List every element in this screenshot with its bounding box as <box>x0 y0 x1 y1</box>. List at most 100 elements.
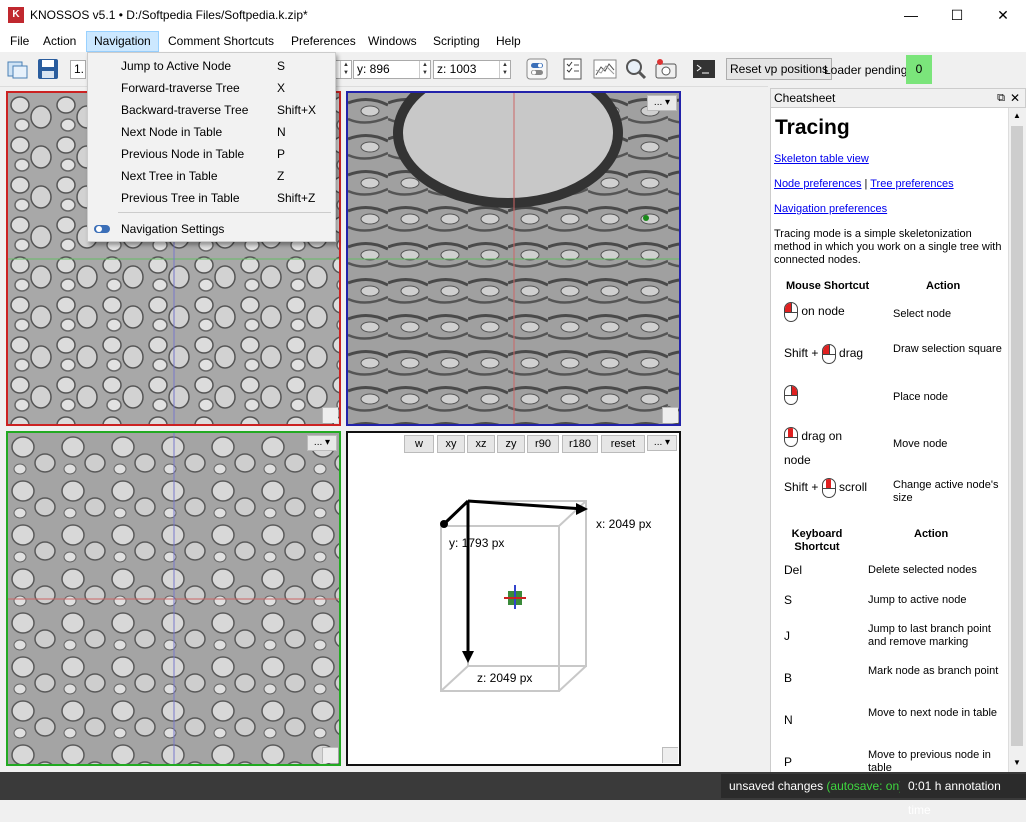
menu-item-label: Forward-traverse Tree <box>121 81 240 95</box>
menu-scripting[interactable]: Scripting <box>426 31 487 52</box>
float-panel-icon[interactable]: ⧉ <box>997 89 1005 107</box>
scroll-down-arrow-icon[interactable]: ▼ <box>1009 755 1025 771</box>
viewport-menu-button[interactable]: ... ▾ <box>307 435 337 451</box>
spinner-arrows-icon[interactable]: ▲ ▼ <box>340 61 351 78</box>
menu-item-navigation-settings[interactable]: Navigation Settings <box>88 218 335 240</box>
close-panel-icon[interactable]: ✕ <box>1010 89 1020 107</box>
3d-rotate-180-button[interactable]: r180 <box>562 435 598 453</box>
cheatsheet-content: Tracing Skeleton table view Node prefere… <box>770 108 1008 772</box>
3d-rotate-90-button[interactable]: r90 <box>527 435 559 453</box>
terminal-icon[interactable] <box>691 57 717 81</box>
z-coord-field[interactable]: z: 1003 ▲ ▼ <box>433 60 511 79</box>
em-texture <box>348 93 679 424</box>
menu-item-label: Next Tree in Table <box>121 169 218 183</box>
window-title: KNOSSOS v5.1 • D:/Softpedia Files/Softpe… <box>30 8 308 22</box>
keyboard-shortcut-header: Keyboard Shortcut <box>791 528 843 553</box>
menu-action[interactable]: Action <box>36 31 83 52</box>
resize-grip-icon[interactable] <box>322 747 338 763</box>
mouse-action: Change active node's size <box>893 479 999 504</box>
maximize-button[interactable]: ☐ <box>934 0 980 31</box>
keyboard-key: N <box>784 713 793 727</box>
viewport-menu-button[interactable]: ... ▾ <box>647 435 677 451</box>
3d-z-label: z: 2049 px <box>477 671 533 685</box>
viewport-menu-button[interactable]: ... ▾ <box>647 95 677 111</box>
x-coord-spinner[interactable]: ▲ ▼ <box>335 60 352 79</box>
mouse-left-click-icon <box>821 344 836 364</box>
mouse-shortcut-text: scroll <box>839 480 868 495</box>
menu-item-backward-traverse[interactable]: Backward-traverse Tree Shift+X <box>88 99 335 121</box>
menu-item-previous-tree[interactable]: Previous Tree in Table Shift+Z <box>88 187 335 209</box>
viewport-zy[interactable]: ... ▾ <box>6 431 341 766</box>
navigation-preferences-link[interactable]: Navigation preferences <box>774 203 887 215</box>
3d-view-w-button[interactable]: w <box>404 435 434 453</box>
zoom-field[interactable]: 1. <box>70 60 86 79</box>
toggle-switch-icon <box>94 225 110 233</box>
menu-item-jump-active-node[interactable]: Jump to Active Node S <box>88 55 335 77</box>
cheatsheet-title: Cheatsheet <box>774 91 836 105</box>
loader-pending-value: 0 <box>906 55 932 84</box>
menu-file[interactable]: File <box>3 31 36 52</box>
cheatsheet-scrollbar[interactable]: ▲ ▼ <box>1008 108 1025 772</box>
close-button[interactable]: ✕ <box>980 0 1026 31</box>
menu-item-next-tree[interactable]: Next Tree in Table Z <box>88 165 335 187</box>
tracing-description: Tracing mode is a simple skeletonization… <box>774 228 1002 266</box>
menu-item-next-node[interactable]: Next Node in Table N <box>88 121 335 143</box>
resize-grip-icon[interactable] <box>662 747 678 763</box>
viewport-xz[interactable]: ... ▾ <box>346 91 681 426</box>
3d-view-xy-button[interactable]: xy <box>437 435 465 453</box>
minimize-button[interactable]: — <box>888 0 934 31</box>
scrollbar-thumb[interactable] <box>1011 126 1023 746</box>
toggle-switch-icon[interactable] <box>524 57 550 81</box>
keyboard-action-header: Action <box>914 528 949 540</box>
keyboard-action: Jump to active node <box>868 594 967 606</box>
snapshot-camera-icon[interactable] <box>653 57 679 81</box>
menu-item-shortcut: Shift+Z <box>277 191 316 205</box>
spinner-arrows-icon[interactable]: ▲ ▼ <box>499 61 510 78</box>
menu-item-shortcut: P <box>277 147 286 161</box>
menu-item-shortcut: Shift+X <box>277 103 317 117</box>
spinner-arrows-icon[interactable]: ▲ ▼ <box>419 61 430 78</box>
mouse-left-click-icon <box>784 302 798 322</box>
menu-item-shortcut: N <box>277 125 286 139</box>
graph-icon[interactable] <box>592 57 618 81</box>
keyboard-action: Move to previous node in table <box>868 749 991 772</box>
3d-view-xz-button[interactable]: xz <box>467 435 495 453</box>
menu-item-label: Jump to Active Node <box>121 59 232 73</box>
mouse-right-click-icon <box>784 385 798 405</box>
3d-x-label: x: 2049 px <box>596 517 652 531</box>
zoom-icon[interactable] <box>623 57 649 81</box>
skeleton-table-link[interactable]: Skeleton table view <box>774 153 869 165</box>
menu-item-shortcut: X <box>277 81 286 95</box>
mouse-shortcut-text: on node <box>801 304 845 319</box>
annotation-time: 0:01 h annotation time <box>900 774 1026 817</box>
resize-grip-icon[interactable] <box>322 407 338 423</box>
menu-help[interactable]: Help <box>489 31 528 52</box>
link-separator: | <box>864 178 868 190</box>
menu-item-label: Navigation Settings <box>121 222 225 236</box>
keyboard-action: Move to next node in table <box>868 707 998 719</box>
3d-reset-button[interactable]: reset <box>601 435 645 453</box>
menu-navigation[interactable]: Navigation <box>86 31 159 52</box>
node-preferences-link[interactable]: Node preferences <box>774 178 861 190</box>
menu-windows[interactable]: Windows <box>361 31 424 52</box>
scroll-up-arrow-icon[interactable]: ▲ <box>1009 108 1025 124</box>
reset-vp-positions-button[interactable]: Reset vp positions <box>726 58 833 80</box>
menu-comment-shortcuts[interactable]: Comment Shortcuts <box>161 31 281 52</box>
knossos-app-icon: K <box>8 7 24 23</box>
menu-preferences[interactable]: Preferences <box>284 31 363 52</box>
menu-item-forward-traverse[interactable]: Forward-traverse Tree X <box>88 77 335 99</box>
tree-preferences-link[interactable]: Tree preferences <box>870 178 953 190</box>
menu-item-previous-node[interactable]: Previous Node in Table P <box>88 143 335 165</box>
checklist-icon[interactable] <box>560 57 586 81</box>
skeleton-bounding-box <box>440 499 588 692</box>
z-coord-value: z: 1003 <box>437 62 477 76</box>
mouse-shortcut-prefix: Shift + <box>784 480 819 495</box>
resize-grip-icon[interactable] <box>662 407 678 423</box>
save-icon[interactable] <box>35 57 61 81</box>
3d-view-zy-button[interactable]: zy <box>497 435 525 453</box>
open-folder-icon[interactable] <box>5 57 31 81</box>
autosave-status: (autosave: on) <box>826 779 904 793</box>
y-coord-field[interactable]: y: 896 ▲ ▼ <box>353 60 431 79</box>
viewport-3d[interactable]: x: 2049 px y: 1793 px z: 2049 px w xy xz… <box>346 431 681 766</box>
mouse-action: Place node <box>893 391 949 403</box>
